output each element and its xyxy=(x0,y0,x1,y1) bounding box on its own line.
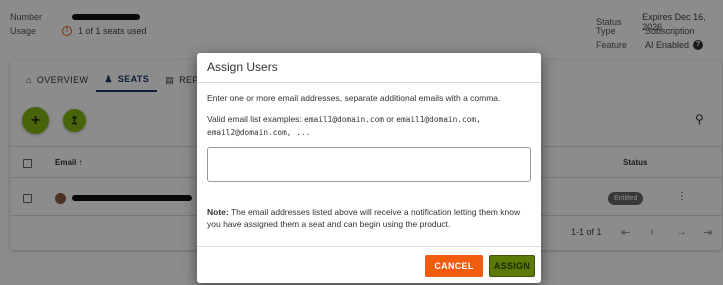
examples-or: or xyxy=(383,114,397,124)
note-label: Note: xyxy=(207,207,229,217)
cancel-button[interactable]: CANCEL xyxy=(425,255,483,277)
example-email-2: email1@domain.com, xyxy=(396,115,481,124)
example-email-1: email1@domain.com xyxy=(304,115,384,124)
email-examples: Valid email list examples: email1@domain… xyxy=(207,113,481,139)
assign-users-dialog: Assign Users Enter one or more email add… xyxy=(197,53,541,283)
dialog-note: Note: The email addresses listed above w… xyxy=(207,206,531,230)
example-email-3: email2@domain.com, ... xyxy=(207,128,311,137)
dialog-instruction: Enter one or more email addresses, separ… xyxy=(207,93,501,103)
email-addresses-input[interactable] xyxy=(207,147,531,182)
dialog-footer-divider xyxy=(197,246,541,247)
note-text: The email addresses listed above will re… xyxy=(207,207,521,229)
examples-prefix: Valid email list examples: xyxy=(207,114,305,124)
assign-button[interactable]: ASSIGN xyxy=(489,255,535,277)
dialog-title: Assign Users xyxy=(207,60,278,74)
dialog-header: Assign Users xyxy=(197,53,541,83)
